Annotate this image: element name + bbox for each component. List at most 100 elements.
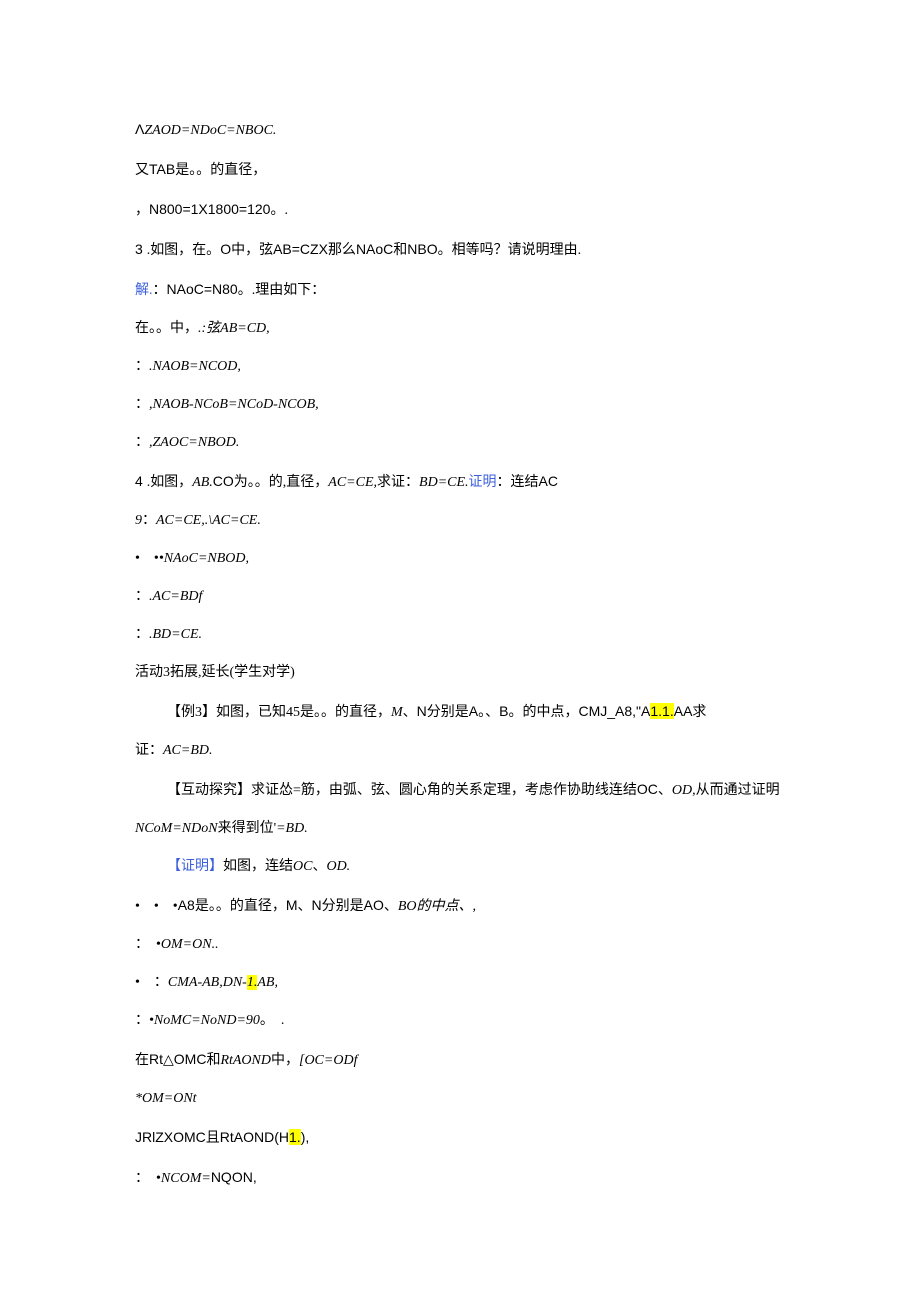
text-line: 解.：NAoC=N80。.理由如下： xyxy=(135,270,840,310)
text-segment: 为。。的,直径， xyxy=(234,475,329,490)
text-segment: OC xyxy=(293,859,312,874)
text-segment: RtAOND xyxy=(220,1053,271,1068)
text-segment: 。的中点， xyxy=(508,705,578,720)
text-segment: CMJ_A8,"A xyxy=(578,703,650,719)
text-line: 【互动探究】求证怂=筋，由弧、弦、圆心角的关系定理，考虑作协助线连结OC、OD,… xyxy=(135,770,840,810)
text-segment: 来得到位' xyxy=(218,821,277,836)
text-segment: •NoMC=NoND=90 xyxy=(149,1013,260,1028)
text-segment: 和 xyxy=(206,1053,220,1068)
text-segment: .NAOB=NCOD, xyxy=(149,359,241,374)
text-segment: OM=ON.. xyxy=(161,937,219,952)
text-segment: Rt△OMC xyxy=(149,1051,206,1067)
text-line: 4 .如图，AB.CO为。。的,直径，AC=CE,求证：BD=CE.证明：连结A… xyxy=(135,462,840,502)
text-line: ：,ZAOC=NBOD. xyxy=(135,424,840,462)
text-segment: BD=CE. xyxy=(419,475,469,490)
text-segment: 中， xyxy=(271,1053,299,1068)
text-line: 3 .如图，在。O中，弦AB=CZX那么NAoC和NBO。相等吗？请说明理由. xyxy=(135,230,840,270)
text-segment: AB=CZX xyxy=(273,241,328,257)
text-segment: 1. xyxy=(247,975,258,990)
text-line: 9：AC=CE,.\AC=CE. xyxy=(135,502,840,540)
text-segment: N xyxy=(417,703,427,719)
text-line: ：.BD=CE. xyxy=(135,616,840,654)
text-segment: OC xyxy=(637,781,658,797)
text-line: 【证明】如图，连结OC、OD. xyxy=(135,848,840,886)
text-line: 在。。中，.:弦AB=CD, xyxy=(135,310,840,348)
text-line: 在Rt△OMC和RtAOND中，[OC=ODf xyxy=(135,1040,840,1080)
text-segment: ： xyxy=(153,283,167,298)
text-segment: O xyxy=(220,241,231,257)
text-line: 证：AC=BD. xyxy=(135,732,840,770)
text-segment: • • • xyxy=(135,899,178,914)
text-line: ：.AC=BDf xyxy=(135,578,840,616)
text-segment: ：连结 xyxy=(497,475,539,490)
text-segment: A8 xyxy=(178,897,195,913)
text-line: 又TAB是。。的直径， xyxy=(135,150,840,190)
text-segment: [OC=ODf xyxy=(299,1053,357,1068)
text-segment: AO xyxy=(364,897,384,913)
text-segment: .AC=BDf xyxy=(149,589,202,604)
text-segment: ： xyxy=(135,627,149,642)
text-line: NCoM=NDoN来得到位'=BD. xyxy=(135,810,840,848)
text-segment: 是。。的直径， xyxy=(195,899,286,914)
text-segment: 。相等吗？请说明理由. xyxy=(438,243,582,258)
text-segment: ： xyxy=(135,435,149,450)
text-segment: 1.1. xyxy=(650,703,673,719)
text-segment: 。.理由如下： xyxy=(238,283,326,298)
text-segment: 、 xyxy=(658,783,672,798)
text-segment: 在。。中， xyxy=(135,321,198,336)
text-segment: ZAOD=NDoC=NBOC. xyxy=(144,123,276,138)
text-segment: 、 xyxy=(312,859,326,874)
text-segment: 求证： xyxy=(377,475,419,490)
text-segment: CO xyxy=(213,473,234,489)
text-segment: 如图，连结 xyxy=(223,859,293,874)
text-line: ：,NAOB-NCoB=NCoD-NCOB, xyxy=(135,386,840,424)
text-segment: =BD. xyxy=(276,821,308,836)
text-segment: •NAoC=NBOD, xyxy=(159,551,249,566)
text-segment: AA xyxy=(674,703,693,719)
text-line: 活动3拓展,延长(学生对学) xyxy=(135,654,840,692)
text-segment: 1. xyxy=(289,1129,301,1145)
text-segment: 分别是 xyxy=(427,705,469,720)
text-segment: 且 xyxy=(206,1131,220,1146)
text-segment: ： • xyxy=(135,937,161,952)
text-segment: BO的中点、, xyxy=(398,899,476,914)
text-segment: 从而通过证明 xyxy=(696,783,780,798)
text-segment: 解. xyxy=(135,283,153,298)
text-segment: 在 xyxy=(135,1053,149,1068)
text-segment: ), xyxy=(301,1129,310,1145)
text-line: ： •OM=ON.. xyxy=(135,926,840,964)
text-segment: 【证明】 xyxy=(167,859,223,874)
text-segment: 【互动探究】求证怂=筋，由弧、弦、圆心角的关系定理，考虑作协助线连结 xyxy=(167,783,637,798)
document-page: ΛZAOD=NDoC=NBOC.又TAB是。。的直径，，N800=1X1800=… xyxy=(0,0,920,1278)
text-segment: NBO xyxy=(407,241,437,257)
text-line: • ••NAoC=NBOD, xyxy=(135,540,840,578)
text-segment: 、 xyxy=(403,705,417,720)
text-segment: NAoC xyxy=(356,241,393,257)
text-segment: 求 xyxy=(692,705,706,720)
text-segment: 、 xyxy=(298,899,312,914)
text-segment: 。 . xyxy=(260,1013,285,1028)
text-line: JRlZXOMC且RtAOND(H1.), xyxy=(135,1118,840,1158)
text-segment: ： xyxy=(135,1013,149,1028)
text-segment: AB, xyxy=(257,975,278,990)
text-segment: 证： xyxy=(135,743,163,758)
text-segment: Λ xyxy=(135,121,144,137)
text-segment: NQON, xyxy=(211,1169,257,1185)
text-segment: 9 xyxy=(135,513,142,528)
text-segment: M xyxy=(286,897,298,913)
text-segment: AB. xyxy=(192,475,213,490)
text-segment: OD, xyxy=(672,783,696,798)
text-segment: 3 xyxy=(135,241,147,257)
text-segment: JRlZXOMC xyxy=(135,1129,206,1145)
text-segment: AC=CE, xyxy=(328,475,377,490)
text-line: ：.NAOB=NCOD, xyxy=(135,348,840,386)
text-line: *OM=ONt xyxy=(135,1080,840,1118)
text-segment: *OM=ONt xyxy=(135,1091,197,1106)
text-line: ： •NCOM=NQON, xyxy=(135,1158,840,1198)
text-segment: .:弦AB=CD, xyxy=(198,321,270,336)
text-segment: M xyxy=(391,705,403,720)
text-segment: • ： xyxy=(135,975,168,990)
text-segment: TAB xyxy=(149,161,175,177)
text-segment: N800=1X1800=120 xyxy=(149,201,270,217)
text-segment: NCoM=NDoN xyxy=(135,821,218,836)
